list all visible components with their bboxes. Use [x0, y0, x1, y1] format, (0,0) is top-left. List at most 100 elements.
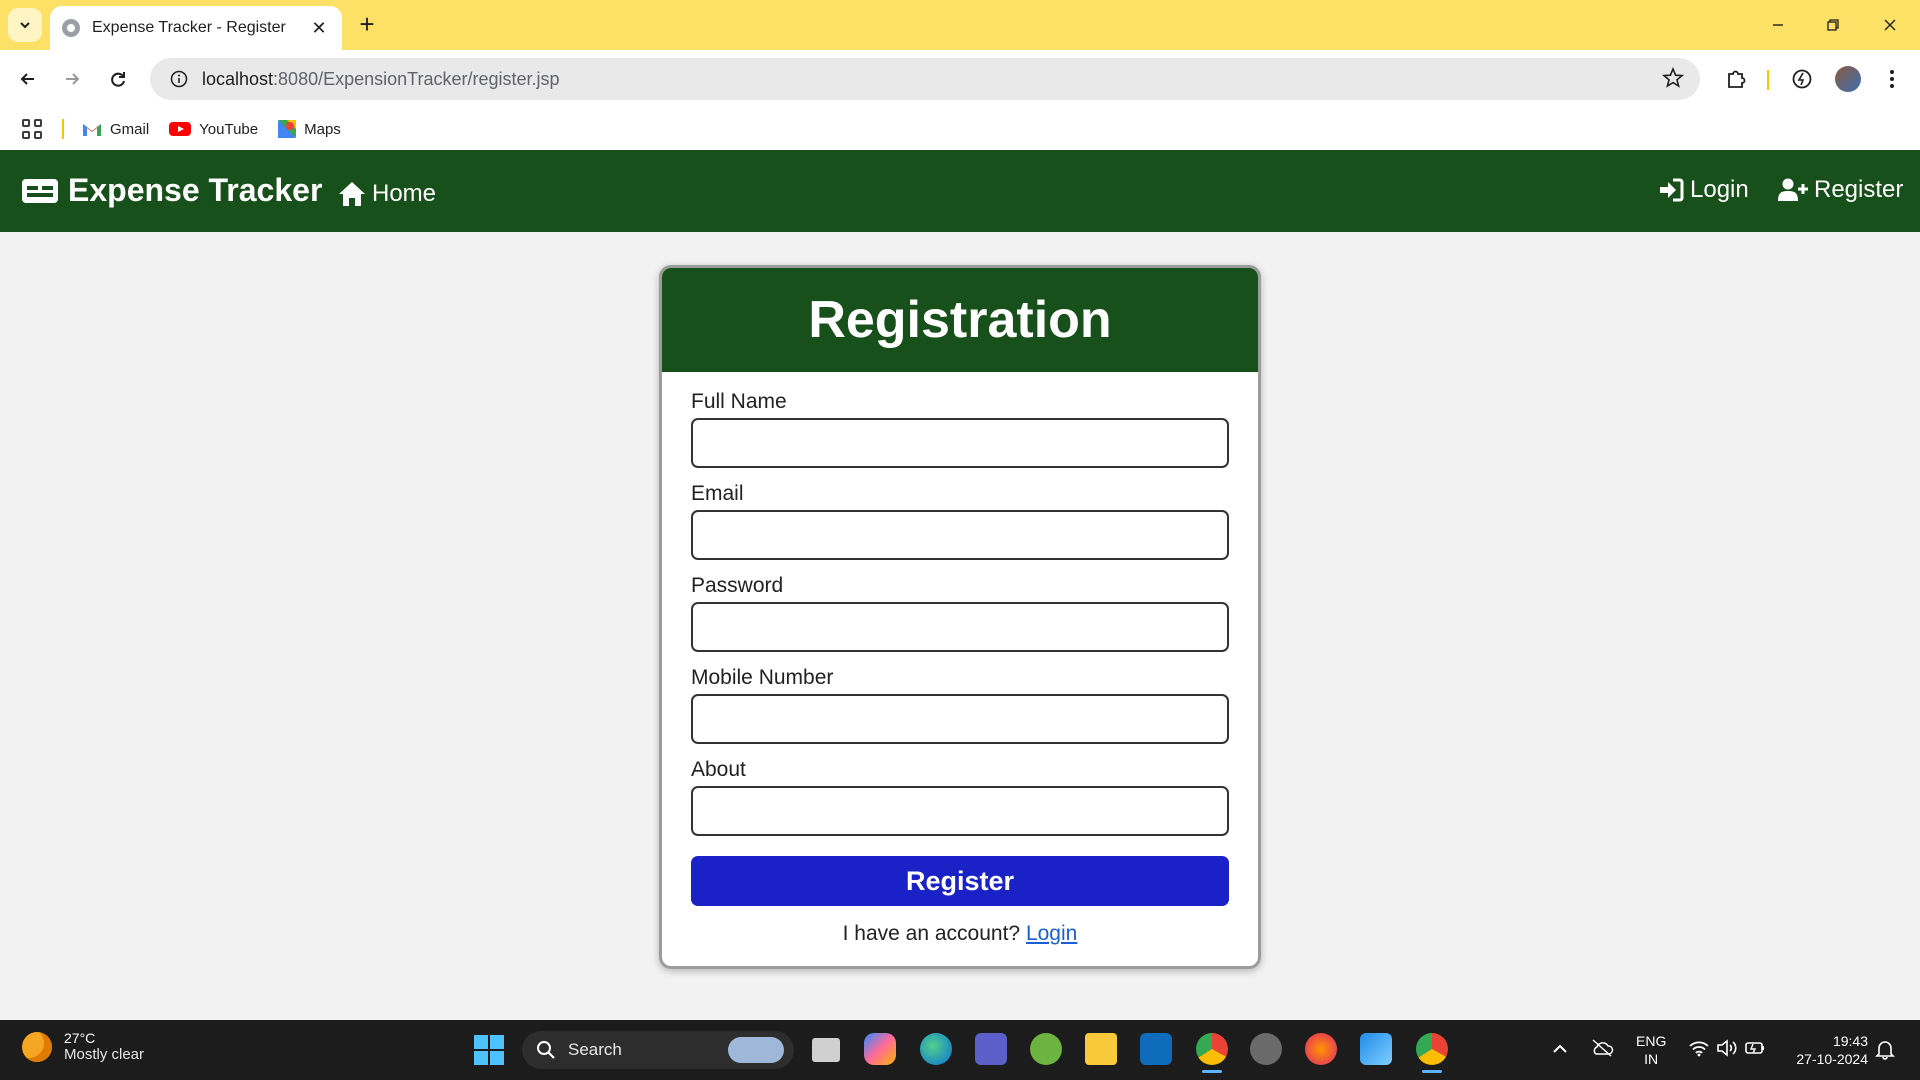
- bookmark-maps[interactable]: Maps: [278, 120, 341, 138]
- onedrive-icon[interactable]: [1590, 1038, 1614, 1058]
- registration-title: Registration: [662, 268, 1258, 372]
- bookmark-star-icon[interactable]: [1661, 66, 1685, 94]
- volume-icon[interactable]: [1716, 1039, 1738, 1057]
- wifi-icon[interactable]: [1688, 1039, 1710, 1057]
- new-tab-button[interactable]: +: [352, 10, 382, 40]
- user-plus-icon: [1778, 178, 1808, 201]
- bookmark-label: YouTube: [199, 120, 259, 138]
- spring-tools-icon[interactable]: [1030, 1033, 1062, 1065]
- nav-register-label: Register: [1814, 176, 1904, 203]
- email-input[interactable]: [691, 510, 1229, 560]
- moon-icon: [22, 1031, 52, 1062]
- mobile-number-input[interactable]: [691, 694, 1229, 744]
- address-bar[interactable]: localhost:8080/ExpensionTracker/register…: [150, 58, 1700, 100]
- tab-search-button[interactable]: [8, 8, 42, 42]
- site-info-icon[interactable]: [170, 70, 188, 88]
- wallet-card-icon: [22, 178, 58, 203]
- maps-icon: [278, 120, 297, 138]
- arrow-right-icon: [66, 73, 80, 85]
- extensions-button[interactable]: [1718, 61, 1754, 97]
- photos-icon[interactable]: [1360, 1033, 1392, 1065]
- mobile-number-label: Mobile Number: [691, 666, 834, 689]
- chrome-profile-icon[interactable]: [1196, 1033, 1228, 1073]
- nav-home-label: Home: [372, 180, 437, 207]
- copilot-icon[interactable]: [864, 1033, 896, 1065]
- tab-title: Expense Tracker - Register: [92, 19, 286, 36]
- search-icon: [537, 1041, 555, 1059]
- weather-condition: Mostly clear: [64, 1046, 145, 1063]
- clock-date: 27-10-2024: [1796, 1051, 1868, 1067]
- forward-button[interactable]: [54, 61, 90, 97]
- reload-icon: [111, 72, 125, 87]
- taskbar: 27°C Mostly clear Search ENG IN 19:43 27…: [0, 1020, 1920, 1080]
- bookmark-label: Gmail: [110, 120, 150, 138]
- browser-toolbar: localhost:8080/ExpensionTracker/register…: [0, 50, 1920, 108]
- url-path: :8080/ExpensionTracker/register.jsp: [273, 68, 560, 89]
- teams-icon[interactable]: [975, 1033, 1007, 1065]
- globe-icon: [62, 19, 80, 37]
- bookmark-youtube[interactable]: YouTube: [169, 121, 258, 138]
- nav-register-link[interactable]: Register: [1778, 176, 1903, 204]
- gmail-icon: [83, 124, 101, 136]
- close-window-button[interactable]: [1868, 8, 1912, 42]
- brand-link[interactable]: Expense Tracker: [22, 172, 322, 209]
- close-tab-icon[interactable]: ✕: [308, 18, 330, 39]
- windows-start-icon[interactable]: [474, 1035, 504, 1065]
- bookmark-gmail[interactable]: Gmail: [82, 121, 149, 138]
- browser-tab-strip: Expense Tracker - Register ✕ +: [0, 0, 1920, 50]
- email-label: Email: [691, 482, 744, 505]
- url-text: localhost:8080/ExpensionTracker/register…: [202, 69, 560, 90]
- chevron-down-icon: [20, 22, 30, 29]
- login-prompt: I have an account? Login: [691, 922, 1229, 946]
- speed-icon: [1792, 69, 1812, 89]
- avatar: [1835, 66, 1861, 92]
- about-input[interactable]: [691, 786, 1229, 836]
- task-view-icon[interactable]: [812, 1038, 840, 1062]
- minimize-button[interactable]: [1756, 8, 1800, 42]
- bookmarks-divider: [62, 119, 64, 139]
- language-indicator[interactable]: ENG IN: [1636, 1032, 1666, 1068]
- nav-login-label: Login: [1690, 176, 1749, 203]
- puzzle-icon: [1728, 70, 1746, 88]
- full-name-label: Full Name: [691, 390, 787, 413]
- chevron-up-icon[interactable]: [1552, 1042, 1568, 1054]
- register-submit-button[interactable]: Register: [691, 856, 1229, 906]
- search-label: Search: [568, 1040, 622, 1059]
- close-icon: [1884, 19, 1896, 31]
- file-explorer-icon[interactable]: [1085, 1033, 1117, 1065]
- apps-grid-icon[interactable]: [22, 119, 42, 139]
- back-button[interactable]: [10, 61, 46, 97]
- firefox-icon[interactable]: [1305, 1033, 1337, 1065]
- restore-button[interactable]: [1811, 8, 1855, 42]
- settings-gear-icon[interactable]: [1250, 1033, 1282, 1065]
- notification-bell-icon[interactable]: [1874, 1038, 1896, 1060]
- edge-icon[interactable]: [920, 1033, 952, 1065]
- bookmarks-bar: Gmail YouTube Maps: [0, 108, 1920, 150]
- password-input[interactable]: [691, 602, 1229, 652]
- bookmark-label: Maps: [304, 120, 341, 138]
- full-name-input[interactable]: [691, 418, 1229, 468]
- restore-icon: [1827, 19, 1839, 31]
- system-clock[interactable]: 19:43 27-10-2024: [1786, 1032, 1868, 1068]
- reload-button[interactable]: [100, 61, 136, 97]
- nav-login-link[interactable]: Login: [1658, 176, 1749, 204]
- performance-button[interactable]: [1784, 61, 1820, 97]
- arrow-left-icon: [20, 73, 34, 85]
- home-icon: [339, 182, 365, 206]
- chrome-icon[interactable]: [1416, 1033, 1448, 1073]
- taskbar-search[interactable]: Search: [522, 1031, 794, 1069]
- account-prompt-text: I have an account?: [842, 922, 1021, 945]
- profile-button[interactable]: [1830, 61, 1866, 97]
- url-host: localhost: [202, 68, 274, 89]
- menu-button[interactable]: [1874, 61, 1910, 97]
- language-code: ENG: [1636, 1033, 1667, 1049]
- clock-time: 19:43: [1832, 1033, 1868, 1049]
- nav-home-link[interactable]: Home: [338, 180, 436, 208]
- outlook-icon[interactable]: [1140, 1033, 1172, 1065]
- login-link[interactable]: Login: [1026, 922, 1077, 945]
- weather-widget[interactable]: 27°C Mostly clear: [22, 1030, 144, 1063]
- battery-icon[interactable]: [1744, 1039, 1766, 1057]
- browser-tab[interactable]: Expense Tracker - Register ✕: [50, 6, 342, 50]
- brand-name: Expense Tracker: [68, 172, 323, 208]
- about-label: About: [691, 758, 746, 781]
